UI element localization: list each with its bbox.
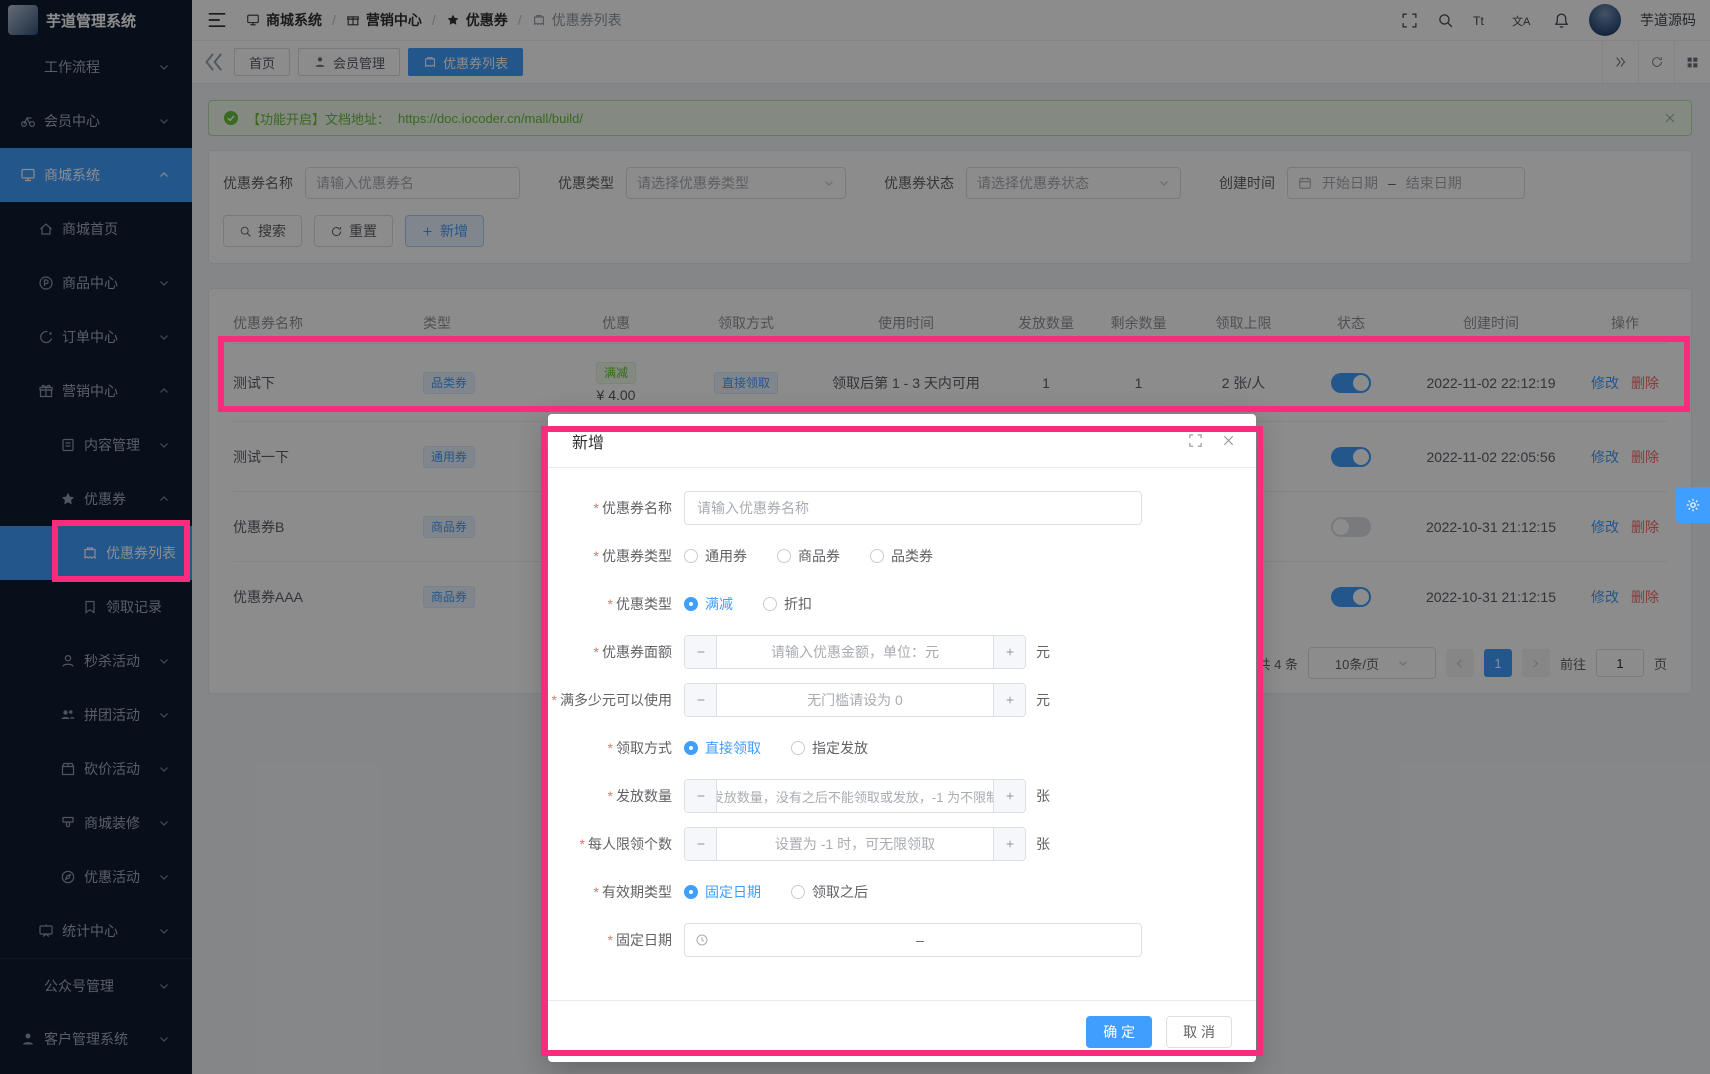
close-icon[interactable] — [1221, 433, 1236, 448]
plus-icon[interactable] — [993, 780, 1025, 812]
radio-after-claim[interactable]: 领取之后 — [791, 882, 868, 902]
radio-fixed-date[interactable]: 固定日期 — [684, 882, 761, 902]
field-validity-type: *有效期类型 固定日期 领取之后 — [548, 868, 1256, 916]
field-coupon-face-value: *优惠券面额 请输入优惠金额，单位：元 元 — [548, 628, 1256, 676]
field-min-spend: *满多少元可以使用 无门槛请设为 0 元 — [548, 676, 1256, 724]
field-claim-method: *领取方式 直接领取 指定发放 — [548, 724, 1256, 772]
field-coupon-name: *优惠券名称 — [548, 484, 1256, 532]
fixed-date-range-input[interactable]: – — [684, 923, 1142, 957]
gear-icon — [1685, 497, 1701, 513]
min-spend-stepper[interactable]: 无门槛请设为 0 — [684, 683, 1026, 717]
radio-general-coupon[interactable]: 通用券 — [684, 546, 747, 566]
radio-category-coupon[interactable]: 品类券 — [870, 546, 933, 566]
field-discount-type: *优惠类型 满减 折扣 — [548, 580, 1256, 628]
dialog-title: 新增 — [572, 429, 604, 453]
plus-icon[interactable] — [993, 684, 1025, 716]
clock-icon — [695, 933, 709, 947]
coupon-name-input[interactable] — [684, 491, 1142, 525]
radio-direct-claim[interactable]: 直接领取 — [684, 738, 761, 758]
plus-icon[interactable] — [993, 828, 1025, 860]
fullscreen-icon[interactable] — [1188, 433, 1203, 448]
radio-full-reduction[interactable]: 满减 — [684, 594, 733, 614]
radio-discount[interactable]: 折扣 — [763, 594, 812, 614]
field-fixed-date: *固定日期 – — [548, 916, 1256, 964]
field-per-user-limit: *每人限领个数 设置为 -1 时，可无限领取 张 — [548, 820, 1256, 868]
issue-quantity-stepper[interactable]: 发放数量，没有之后不能领取或发放，-1 为不限制 — [684, 779, 1026, 813]
radio-product-coupon[interactable]: 商品券 — [777, 546, 840, 566]
app-screen: 芋道管理系统 工作流程 会员中心 商城系统 商城首页 商品中心 订单中心 — [0, 0, 1710, 1074]
dialog-body: *优惠券名称 *优惠券类型 通用券 商品券 品类券 *优惠类型 满减 折扣 — [548, 468, 1256, 964]
minus-icon[interactable] — [685, 780, 717, 812]
add-coupon-dialog: 新增 *优惠券名称 *优惠券类型 通用券 商品券 品类券 *优惠类型 — [548, 414, 1256, 1062]
minus-icon[interactable] — [685, 636, 717, 668]
cancel-button[interactable]: 取 消 — [1166, 1016, 1232, 1048]
minus-icon[interactable] — [685, 684, 717, 716]
dialog-header: 新增 — [548, 414, 1256, 468]
field-issue-quantity: *发放数量 发放数量，没有之后不能领取或发放，-1 为不限制 张 — [548, 772, 1256, 820]
radio-designated-issue[interactable]: 指定发放 — [791, 738, 868, 758]
face-value-stepper[interactable]: 请输入优惠金额，单位：元 — [684, 635, 1026, 669]
minus-icon[interactable] — [685, 828, 717, 860]
settings-drawer-button[interactable] — [1676, 487, 1710, 523]
per-user-limit-stepper[interactable]: 设置为 -1 时，可无限领取 — [684, 827, 1026, 861]
confirm-button[interactable]: 确 定 — [1086, 1016, 1152, 1048]
field-coupon-type: *优惠券类型 通用券 商品券 品类券 — [548, 532, 1256, 580]
plus-icon[interactable] — [993, 636, 1025, 668]
dialog-footer: 确 定 取 消 — [548, 1000, 1256, 1062]
